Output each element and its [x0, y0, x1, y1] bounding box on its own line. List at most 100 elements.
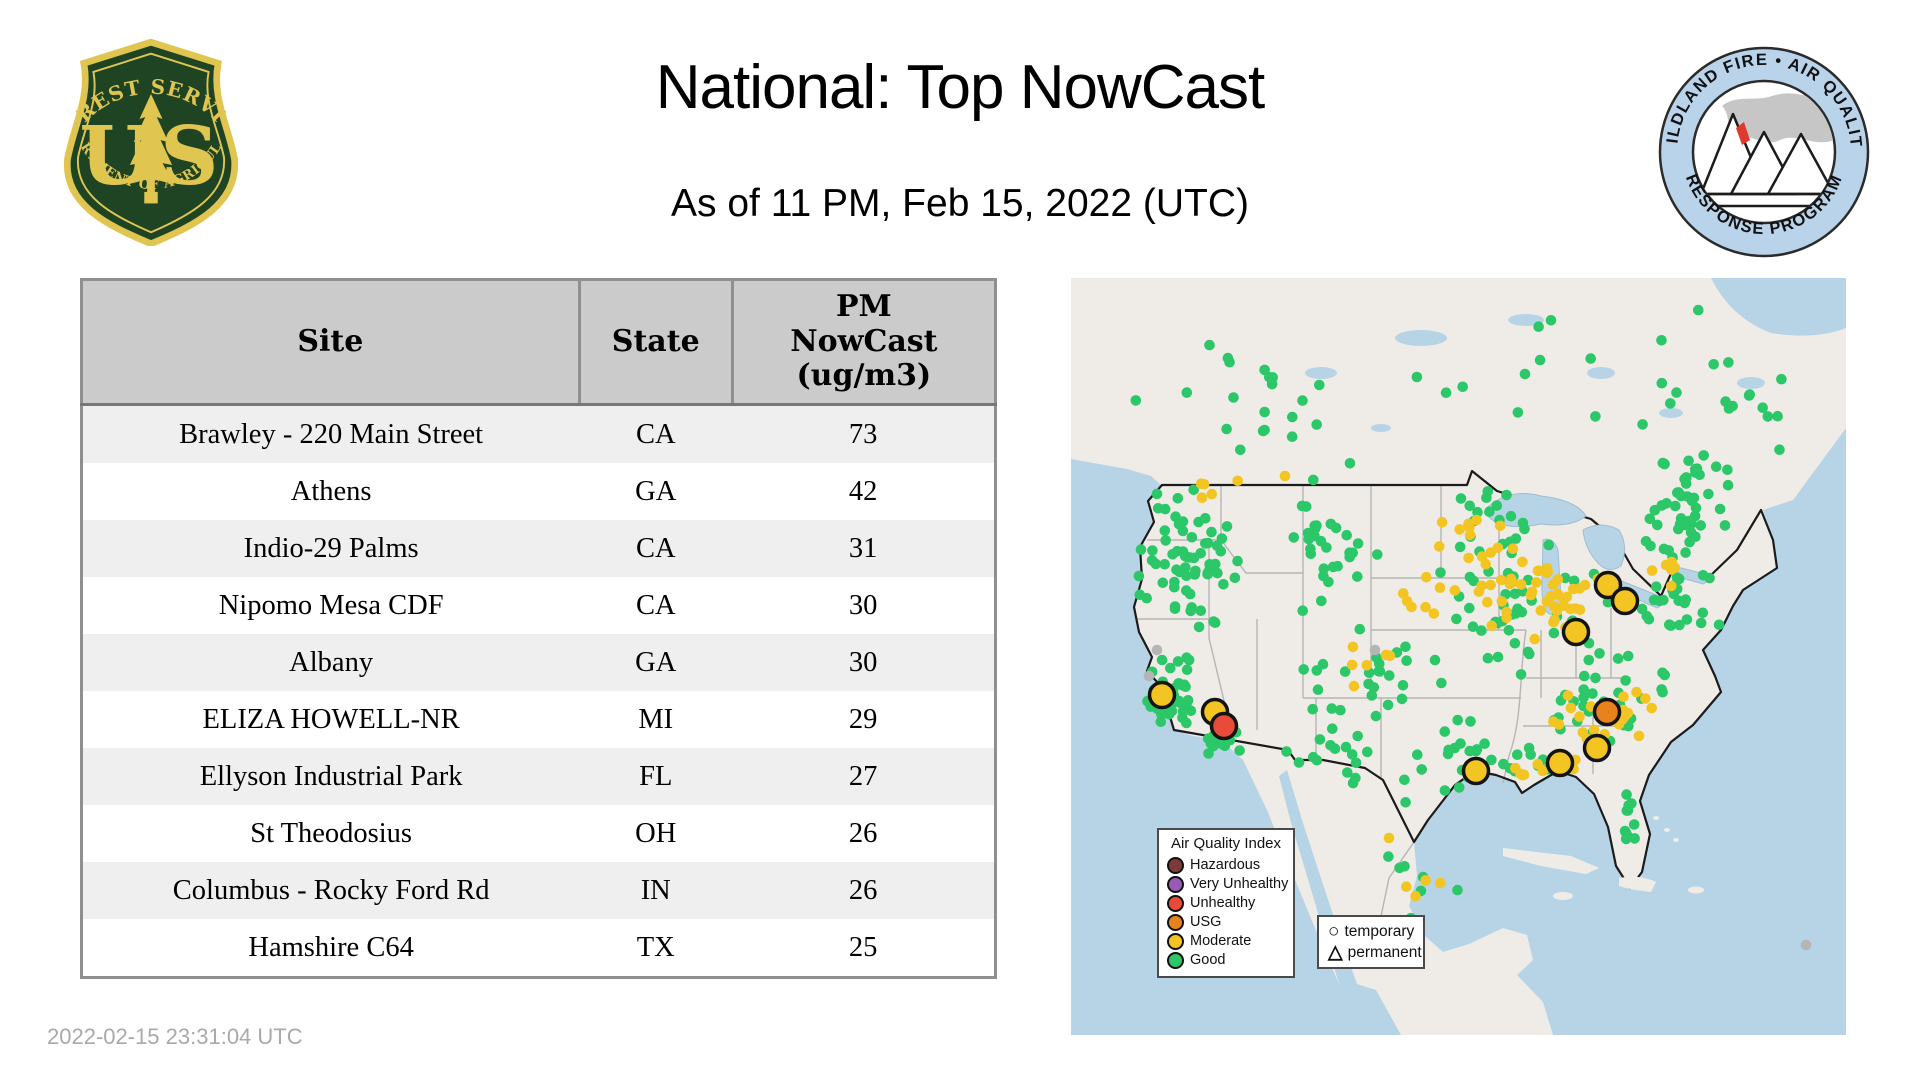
monitor-dot[interactable] — [1210, 559, 1221, 570]
monitor-dot[interactable] — [1455, 542, 1466, 553]
monitor-dot[interactable] — [1203, 538, 1214, 549]
monitor-dot[interactable] — [1665, 398, 1676, 409]
monitor-dot[interactable] — [1315, 734, 1326, 745]
monitor-dot[interactable] — [1533, 321, 1544, 332]
monitor-dot[interactable] — [1620, 675, 1631, 686]
monitor-dot[interactable] — [1197, 492, 1208, 503]
monitor-dot[interactable] — [1328, 562, 1339, 573]
monitor-dot[interactable] — [1464, 746, 1475, 757]
monitor-dot[interactable] — [1401, 655, 1412, 666]
monitor-dot[interactable] — [1493, 543, 1504, 554]
monitor-dot[interactable] — [1575, 604, 1586, 615]
monitor-dot[interactable] — [1181, 718, 1192, 729]
monitor-dot[interactable] — [1160, 525, 1171, 536]
monitor-dot[interactable] — [1144, 671, 1155, 682]
monitor-dot[interactable] — [1546, 315, 1557, 326]
monitor-dot[interactable] — [1196, 605, 1207, 616]
monitor-dot[interactable] — [1420, 602, 1431, 613]
monitor-dot[interactable] — [1679, 474, 1690, 485]
monitor-dot[interactable] — [1170, 511, 1181, 522]
monitor-dot[interactable] — [1185, 606, 1196, 617]
monitor-dot[interactable] — [1381, 650, 1392, 661]
monitor-dot[interactable] — [1543, 540, 1554, 551]
monitor-dot[interactable] — [1384, 833, 1395, 844]
monitor-dot[interactable] — [1348, 642, 1359, 653]
monitor-dot[interactable] — [1504, 625, 1515, 636]
monitor-dot[interactable] — [1187, 532, 1198, 543]
monitor-dot[interactable] — [1715, 504, 1726, 515]
monitor-dot[interactable] — [1184, 655, 1195, 666]
monitor-dot[interactable] — [1526, 590, 1537, 601]
monitor-dot[interactable] — [1362, 660, 1373, 671]
monitor-dot[interactable] — [1311, 520, 1322, 531]
top-site-marker[interactable] — [1585, 736, 1610, 761]
monitor-dot[interactable] — [1647, 565, 1658, 576]
monitor-dot[interactable] — [1513, 407, 1524, 418]
monitor-dot[interactable] — [1281, 746, 1292, 757]
monitor-dot[interactable] — [1436, 678, 1447, 689]
monitor-dot[interactable] — [1351, 758, 1362, 769]
monitor-dot[interactable] — [1464, 522, 1475, 533]
monitor-dot[interactable] — [1430, 655, 1441, 666]
monitor-dot[interactable] — [1352, 731, 1363, 742]
monitor-dot[interactable] — [1580, 580, 1591, 591]
monitor-dot[interactable] — [1400, 797, 1411, 808]
monitor-dot[interactable] — [1744, 389, 1755, 400]
top-site-marker[interactable] — [1595, 700, 1620, 725]
monitor-dot[interactable] — [1369, 682, 1380, 693]
monitor-dot[interactable] — [1289, 532, 1300, 543]
monitor-dot[interactable] — [1443, 745, 1454, 756]
monitor-dot[interactable] — [1384, 670, 1395, 681]
monitor-dot[interactable] — [1383, 700, 1394, 711]
monitor-dot[interactable] — [1698, 608, 1709, 619]
monitor-dot[interactable] — [1232, 476, 1243, 487]
monitor-dot[interactable] — [1234, 745, 1245, 756]
monitor-dot[interactable] — [1454, 524, 1465, 535]
monitor-dot[interactable] — [1517, 557, 1528, 568]
monitor-dot[interactable] — [1341, 530, 1352, 541]
monitor-dot[interactable] — [1147, 545, 1158, 556]
monitor-dot[interactable] — [1399, 775, 1410, 786]
monitor-dot[interactable] — [1335, 705, 1346, 716]
monitor-dot[interactable] — [1484, 506, 1495, 517]
monitor-dot[interactable] — [1157, 655, 1168, 666]
monitor-dot[interactable] — [1563, 690, 1574, 701]
monitor-dot[interactable] — [1206, 527, 1217, 538]
monitor-dot[interactable] — [1420, 875, 1431, 886]
monitor-dot[interactable] — [1552, 605, 1563, 616]
monitor-dot[interactable] — [1131, 395, 1142, 406]
monitor-dot[interactable] — [1160, 535, 1171, 546]
top-site-marker[interactable] — [1564, 620, 1589, 645]
monitor-dot[interactable] — [1498, 759, 1509, 770]
monitor-dot[interactable] — [1519, 524, 1530, 535]
monitor-dot[interactable] — [1723, 480, 1734, 491]
monitor-dot[interactable] — [1520, 369, 1531, 380]
monitor-dot[interactable] — [1308, 752, 1319, 763]
monitor-dot[interactable] — [1151, 559, 1162, 570]
monitor-dot[interactable] — [1495, 521, 1506, 532]
monitor-dot[interactable] — [1666, 620, 1677, 631]
monitor-dot[interactable] — [1183, 695, 1194, 706]
monitor-dot[interactable] — [1307, 704, 1318, 715]
monitor-dot[interactable] — [1501, 490, 1512, 501]
monitor-dot[interactable] — [1330, 743, 1341, 754]
monitor-dot[interactable] — [1464, 603, 1475, 614]
monitor-dot[interactable] — [1671, 387, 1682, 398]
monitor-dot[interactable] — [1203, 748, 1214, 759]
monitor-dot[interactable] — [1401, 881, 1412, 892]
monitor-dot[interactable] — [1135, 590, 1146, 601]
monitor-dot[interactable] — [1165, 663, 1176, 674]
monitor-dot[interactable] — [1512, 749, 1523, 760]
monitor-dot[interactable] — [1657, 378, 1668, 389]
monitor-dot[interactable] — [1456, 493, 1467, 504]
monitor-dot[interactable] — [1720, 520, 1731, 531]
monitor-dot[interactable] — [1230, 573, 1241, 584]
monitor-dot[interactable] — [1259, 407, 1270, 418]
monitor-dot[interactable] — [1676, 491, 1687, 502]
top-site-marker[interactable] — [1464, 759, 1489, 784]
monitor-dot[interactable] — [1587, 688, 1598, 699]
monitor-dot[interactable] — [1774, 444, 1785, 455]
monitor-dot[interactable] — [1589, 725, 1600, 736]
monitor-dot[interactable] — [1698, 450, 1709, 461]
monitor-dot[interactable] — [1629, 819, 1640, 830]
